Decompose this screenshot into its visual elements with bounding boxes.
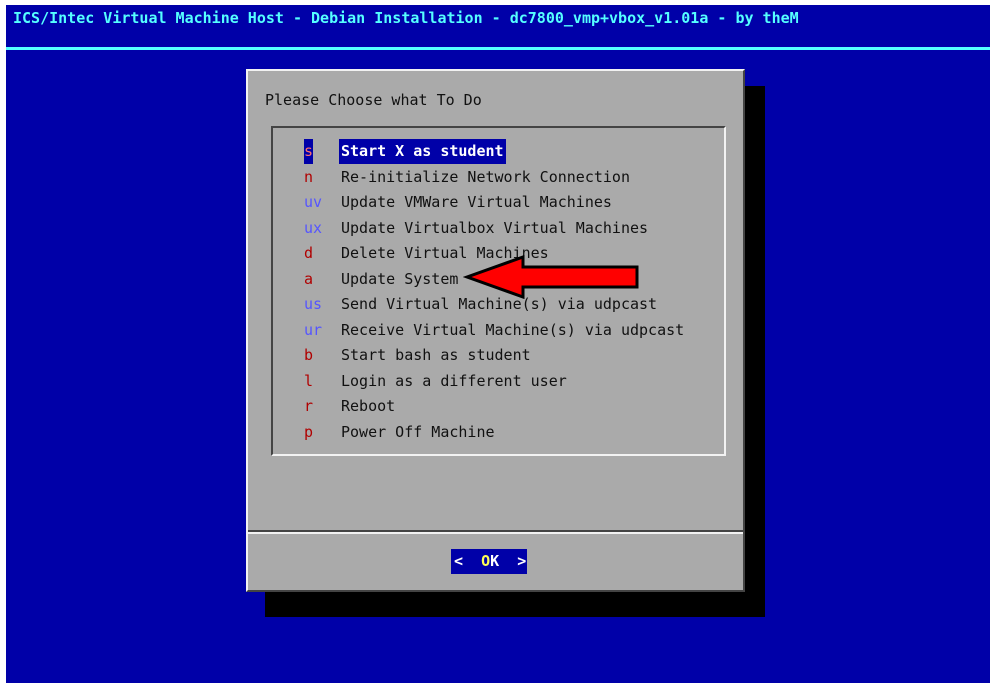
menu-item-label: Reboot (341, 397, 396, 415)
menu-item-tag: l (304, 371, 314, 390)
menu-item-tag: ux (304, 218, 323, 237)
ok-button[interactable]: < OK > (451, 549, 527, 574)
menu-item-label: Update Virtualbox Virtual Machines (341, 218, 649, 237)
ok-button-rest: K (490, 552, 500, 570)
menu-item-n[interactable]: n Re-initialize Network Connection (273, 165, 724, 190)
menu-item-uv[interactable]: uv Update VMWare Virtual Machines (273, 190, 724, 215)
menu-item-tag: b (304, 346, 314, 364)
menu-item-tag: us (304, 295, 323, 313)
menu-item-tag: d (304, 244, 314, 262)
menu-item-s[interactable]: s Start X as student (273, 139, 724, 164)
red-arrow-icon (463, 255, 639, 299)
menu-item-label: Receive Virtual Machine(s) via udpcast (341, 320, 685, 339)
menu-item-tag: n (304, 167, 314, 186)
menu-item-ur[interactable]: ur Receive Virtual Machine(s) via udpcast (273, 318, 724, 343)
menu-item-label: Update System (341, 269, 459, 288)
menu-dialog: Please Choose what To Do s Start X as stu… (246, 69, 745, 592)
menu-item-ux[interactable]: ux Update Virtualbox Virtual Machines (273, 216, 724, 241)
menu-item-label: Login as a different user (341, 371, 567, 390)
menu-item-r[interactable]: r Reboot (273, 394, 724, 419)
ok-button-accel: O (481, 552, 491, 570)
menu-item-p[interactable]: p Power Off Machine (273, 420, 724, 445)
menu-item-tag: r (304, 397, 314, 415)
menu-item-label: Update VMWare Virtual Machines (341, 193, 612, 211)
menu-item-tag: s (304, 139, 314, 164)
menu-item-label: Power Off Machine (341, 422, 495, 441)
console-screen: ICS/Intec Virtual Machine Host - Debian … (6, 5, 990, 683)
ok-button-close-bracket: > (517, 552, 527, 570)
menu-item-l[interactable]: l Login as a different user (273, 369, 724, 394)
ok-button-open-bracket: < (454, 552, 464, 570)
menu-item-tag: p (304, 422, 314, 441)
dialog-prompt: Please Choose what To Do (265, 91, 482, 109)
menu-item-tag: uv (304, 193, 323, 211)
title-divider (6, 47, 990, 50)
menu-item-label: Start bash as student (341, 346, 531, 364)
menu-item-tag: ur (304, 320, 323, 339)
menu-item-label: Re-initialize Network Connection (341, 167, 630, 186)
menu-item-tag: a (304, 269, 314, 288)
menu-item-b[interactable]: b Start bash as student (273, 343, 724, 368)
menu-item-label: Start X as student (339, 139, 506, 164)
button-area: < OK > (248, 530, 743, 590)
window-title: ICS/Intec Virtual Machine Host - Debian … (13, 9, 799, 27)
